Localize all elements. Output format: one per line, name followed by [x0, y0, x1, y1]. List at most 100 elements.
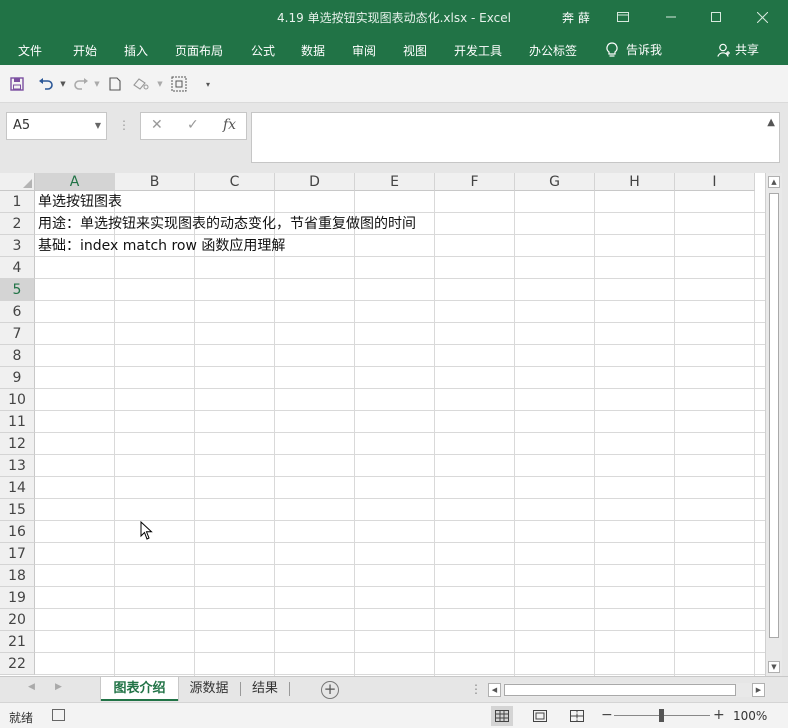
macro-record-icon[interactable]: [52, 709, 65, 721]
collapse-formula-bar-icon[interactable]: ▲: [767, 117, 775, 128]
tab-view[interactable]: 视图: [403, 42, 427, 59]
normal-view-icon[interactable]: [491, 706, 513, 726]
column-header-e[interactable]: E: [355, 173, 435, 191]
formula-input[interactable]: ▲: [251, 112, 780, 163]
column-header-g[interactable]: G: [515, 173, 595, 191]
next-sheet-icon[interactable]: ▶: [55, 682, 62, 692]
row-header[interactable]: 14: [0, 477, 35, 499]
column-header-f[interactable]: F: [435, 173, 515, 191]
column-header-c[interactable]: C: [195, 173, 275, 191]
zoom-slider-thumb[interactable]: [659, 709, 664, 722]
cell-a3[interactable]: 基础：index match row 函数应用理解: [38, 235, 285, 257]
chevron-down-icon[interactable]: ▼: [95, 121, 101, 130]
vertical-scroll-thumb[interactable]: [769, 193, 779, 638]
tab-insert[interactable]: 插入: [124, 42, 148, 59]
cell-a2[interactable]: 用途：单选按钮来实现图表的动态变化，节省重复做图的时间: [38, 213, 416, 235]
tab-office-tab[interactable]: 办公标签: [529, 42, 577, 59]
horizontal-scroll-thumb[interactable]: [504, 684, 736, 696]
redo-dropdown-icon[interactable]: ▼: [88, 75, 106, 93]
column-header-b[interactable]: B: [115, 173, 195, 191]
add-sheet-icon[interactable]: +: [321, 681, 339, 699]
new-file-icon[interactable]: [106, 75, 124, 93]
worksheet-grid[interactable]: A B C D E F G H I 1 2 3 4 5 6 7 8 9 10 1…: [0, 173, 765, 676]
zoom-in-icon[interactable]: +: [713, 707, 725, 723]
sheet-tab-chart-intro[interactable]: 图表介绍: [101, 677, 178, 701]
row-header-active[interactable]: 5: [0, 279, 35, 301]
row-header[interactable]: 20: [0, 609, 35, 631]
tell-me-box[interactable]: 告诉我: [606, 41, 662, 58]
scroll-right-icon[interactable]: ▶: [752, 683, 765, 697]
close-icon[interactable]: [751, 6, 773, 28]
row-header[interactable]: 15: [0, 499, 35, 521]
lightbulb-icon: [606, 41, 618, 57]
minimize-icon[interactable]: [660, 6, 682, 28]
share-button[interactable]: 共享: [717, 41, 759, 58]
row-header[interactable]: 17: [0, 543, 35, 565]
tab-review[interactable]: 审阅: [352, 42, 376, 59]
column-header-i[interactable]: I: [675, 173, 755, 191]
insert-function-icon[interactable]: fx: [223, 117, 236, 133]
page-layout-view-icon[interactable]: [529, 706, 551, 726]
row-header[interactable]: 4: [0, 257, 35, 279]
title-bar: 4.19 单选按钮实现图表动态化.xlsx - Excel 奔 薛: [0, 0, 788, 34]
ribbon-tabs: 文件 开始 插入 页面布局 公式 数据 审阅 视图 开发工具 办公标签 告诉我 …: [0, 34, 788, 65]
row-header[interactable]: 19: [0, 587, 35, 609]
prev-sheet-icon[interactable]: ◀: [28, 682, 35, 692]
tab-file[interactable]: 文件: [18, 42, 42, 59]
undo-icon[interactable]: [37, 75, 55, 93]
tell-me-label: 告诉我: [626, 43, 663, 57]
zoom-level[interactable]: 100%: [733, 709, 767, 723]
cell-a1[interactable]: 单选按钮图表: [38, 191, 122, 213]
row-header[interactable]: 13: [0, 455, 35, 477]
split-handle-icon[interactable]: ⋮: [470, 682, 482, 696]
column-header-d[interactable]: D: [275, 173, 355, 191]
user-name[interactable]: 奔 薛: [562, 9, 590, 26]
tab-developer[interactable]: 开发工具: [454, 42, 502, 59]
form-control-icon[interactable]: [170, 75, 188, 93]
sheet-tab-result[interactable]: 结果: [243, 677, 287, 701]
quick-access-toolbar: ▼ ▼ ▼ ▾: [0, 65, 788, 103]
mouse-pointer-icon: [140, 521, 153, 540]
row-header[interactable]: 22: [0, 653, 35, 675]
customize-toolbar-icon[interactable]: ▾: [199, 75, 217, 93]
row-header[interactable]: 2: [0, 213, 35, 235]
scroll-left-icon[interactable]: ◀: [488, 683, 501, 697]
tab-page-layout[interactable]: 页面布局: [175, 42, 223, 59]
save-icon[interactable]: [8, 75, 26, 93]
cell-area[interactable]: [35, 191, 765, 676]
row-header[interactable]: 21: [0, 631, 35, 653]
scroll-up-icon[interactable]: ▲: [768, 176, 780, 188]
maximize-icon[interactable]: [705, 6, 727, 28]
row-header[interactable]: 7: [0, 323, 35, 345]
name-box[interactable]: A5 ▼: [6, 112, 107, 140]
row-header[interactable]: 10: [0, 389, 35, 411]
tab-data[interactable]: 数据: [301, 42, 325, 59]
vertical-scrollbar[interactable]: ▲ ▼: [765, 173, 782, 676]
row-header[interactable]: 9: [0, 367, 35, 389]
row-header[interactable]: 11: [0, 411, 35, 433]
enter-check-icon[interactable]: ✓: [187, 117, 199, 133]
format-painter-icon[interactable]: [132, 75, 150, 93]
row-header[interactable]: 8: [0, 345, 35, 367]
tab-home[interactable]: 开始: [73, 42, 97, 59]
horizontal-scrollbar[interactable]: ◀ ▶: [488, 683, 766, 697]
row-header[interactable]: 12: [0, 433, 35, 455]
row-header[interactable]: 18: [0, 565, 35, 587]
row-header[interactable]: 6: [0, 301, 35, 323]
undo-dropdown-icon[interactable]: ▼: [54, 75, 72, 93]
painter-dropdown-icon[interactable]: ▼: [151, 75, 169, 93]
select-all-button[interactable]: [0, 173, 35, 191]
row-header[interactable]: 1: [0, 191, 35, 213]
cancel-icon[interactable]: ✕: [151, 117, 163, 133]
row-header[interactable]: 16: [0, 521, 35, 543]
ribbon-display-options-icon[interactable]: [612, 6, 634, 28]
column-header-a[interactable]: A: [35, 173, 115, 191]
tab-formulas[interactable]: 公式: [251, 42, 275, 59]
zoom-out-icon[interactable]: −: [601, 707, 613, 723]
page-break-view-icon[interactable]: [566, 706, 588, 726]
row-header[interactable]: 3: [0, 235, 35, 257]
tab-divider: [289, 682, 290, 696]
scroll-down-icon[interactable]: ▼: [768, 661, 780, 673]
column-header-h[interactable]: H: [595, 173, 675, 191]
sheet-tab-source-data[interactable]: 源数据: [180, 677, 238, 701]
